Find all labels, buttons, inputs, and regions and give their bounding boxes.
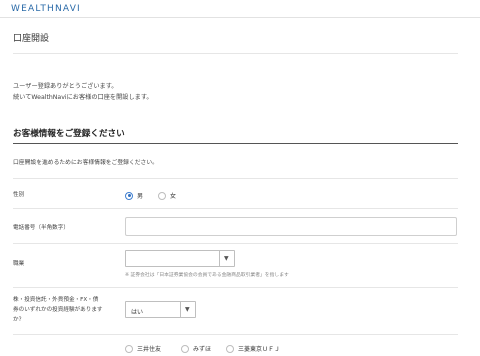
chevron-down-icon: ▼: [224, 255, 229, 262]
bank-radio-mufg[interactable]: 三菱東京ＵＦＪ: [226, 344, 280, 353]
investment-label-line-3: か？: [13, 317, 25, 323]
radio-unchecked-icon: [181, 344, 189, 353]
section-description: 口座開設を進めるためにお客様情報をご登録ください。: [13, 160, 158, 166]
row-divider: [13, 334, 458, 335]
occupation-select[interactable]: ▼: [125, 250, 235, 267]
wealthnavi-logo[interactable]: WEALTHNAVI: [11, 4, 81, 14]
gender-label: 性別: [13, 192, 25, 198]
occupation-label: 職業: [13, 261, 25, 267]
gender-male-radio[interactable]: 男: [125, 191, 143, 200]
radio-unchecked-icon: [125, 344, 133, 353]
row-divider: [13, 243, 458, 244]
radio-checked-icon: [125, 191, 133, 200]
bank-label: 三井住友: [137, 346, 162, 353]
select-separator: [219, 251, 220, 266]
section-title: お客様情報をご登録ください: [13, 129, 125, 139]
intro-line-2: 続いてWealthNaviにお客様の口座を開設します。: [13, 94, 153, 101]
top-bar: WEALTHNAVI: [0, 0, 480, 18]
gender-male-label: 男: [137, 193, 144, 200]
row-divider: [13, 178, 458, 179]
intro-text: ユーザー登録ありがとうございます。 続いてWealthNaviにお客様の口座を開…: [13, 81, 153, 103]
intro-line-1: ユーザー登録ありがとうございます。: [13, 83, 118, 90]
row-divider: [13, 208, 458, 209]
bank-radio-mizuho[interactable]: みずほ: [181, 344, 211, 353]
occupation-note: ※ 証券会社は「日本証券業協会の会員である金融商品取引業者」を指します: [125, 273, 289, 278]
bank-label: みずほ: [193, 346, 212, 353]
investment-experience-value: はい: [131, 309, 144, 316]
investment-experience-label: 株・投資信託・外貨預金・FX・債 券のいずれかの投資経験があります か？: [13, 295, 103, 325]
title-divider: [13, 53, 458, 54]
radio-unchecked-icon: [158, 191, 166, 200]
row-divider: [13, 287, 458, 288]
page-title: 口座開設: [13, 34, 50, 44]
select-separator: [180, 302, 181, 317]
phone-input[interactable]: [125, 217, 457, 236]
investment-label-line-2: 券のいずれかの投資経験があります: [13, 307, 103, 313]
gender-female-label: 女: [170, 193, 177, 200]
bank-radio-smbc[interactable]: 三井住友: [125, 344, 161, 353]
bank-label: 三菱東京ＵＦＪ: [238, 346, 281, 353]
investment-label-line-1: 株・投資信託・外貨預金・FX・債: [13, 297, 99, 303]
phone-label: 電話番号（半角数字）: [13, 225, 69, 231]
investment-experience-select[interactable]: はい ▼: [125, 301, 196, 318]
gender-female-radio[interactable]: 女: [158, 191, 176, 200]
radio-unchecked-icon: [226, 344, 234, 353]
chevron-down-icon: ▼: [185, 306, 190, 313]
section-rule: [13, 143, 458, 144]
